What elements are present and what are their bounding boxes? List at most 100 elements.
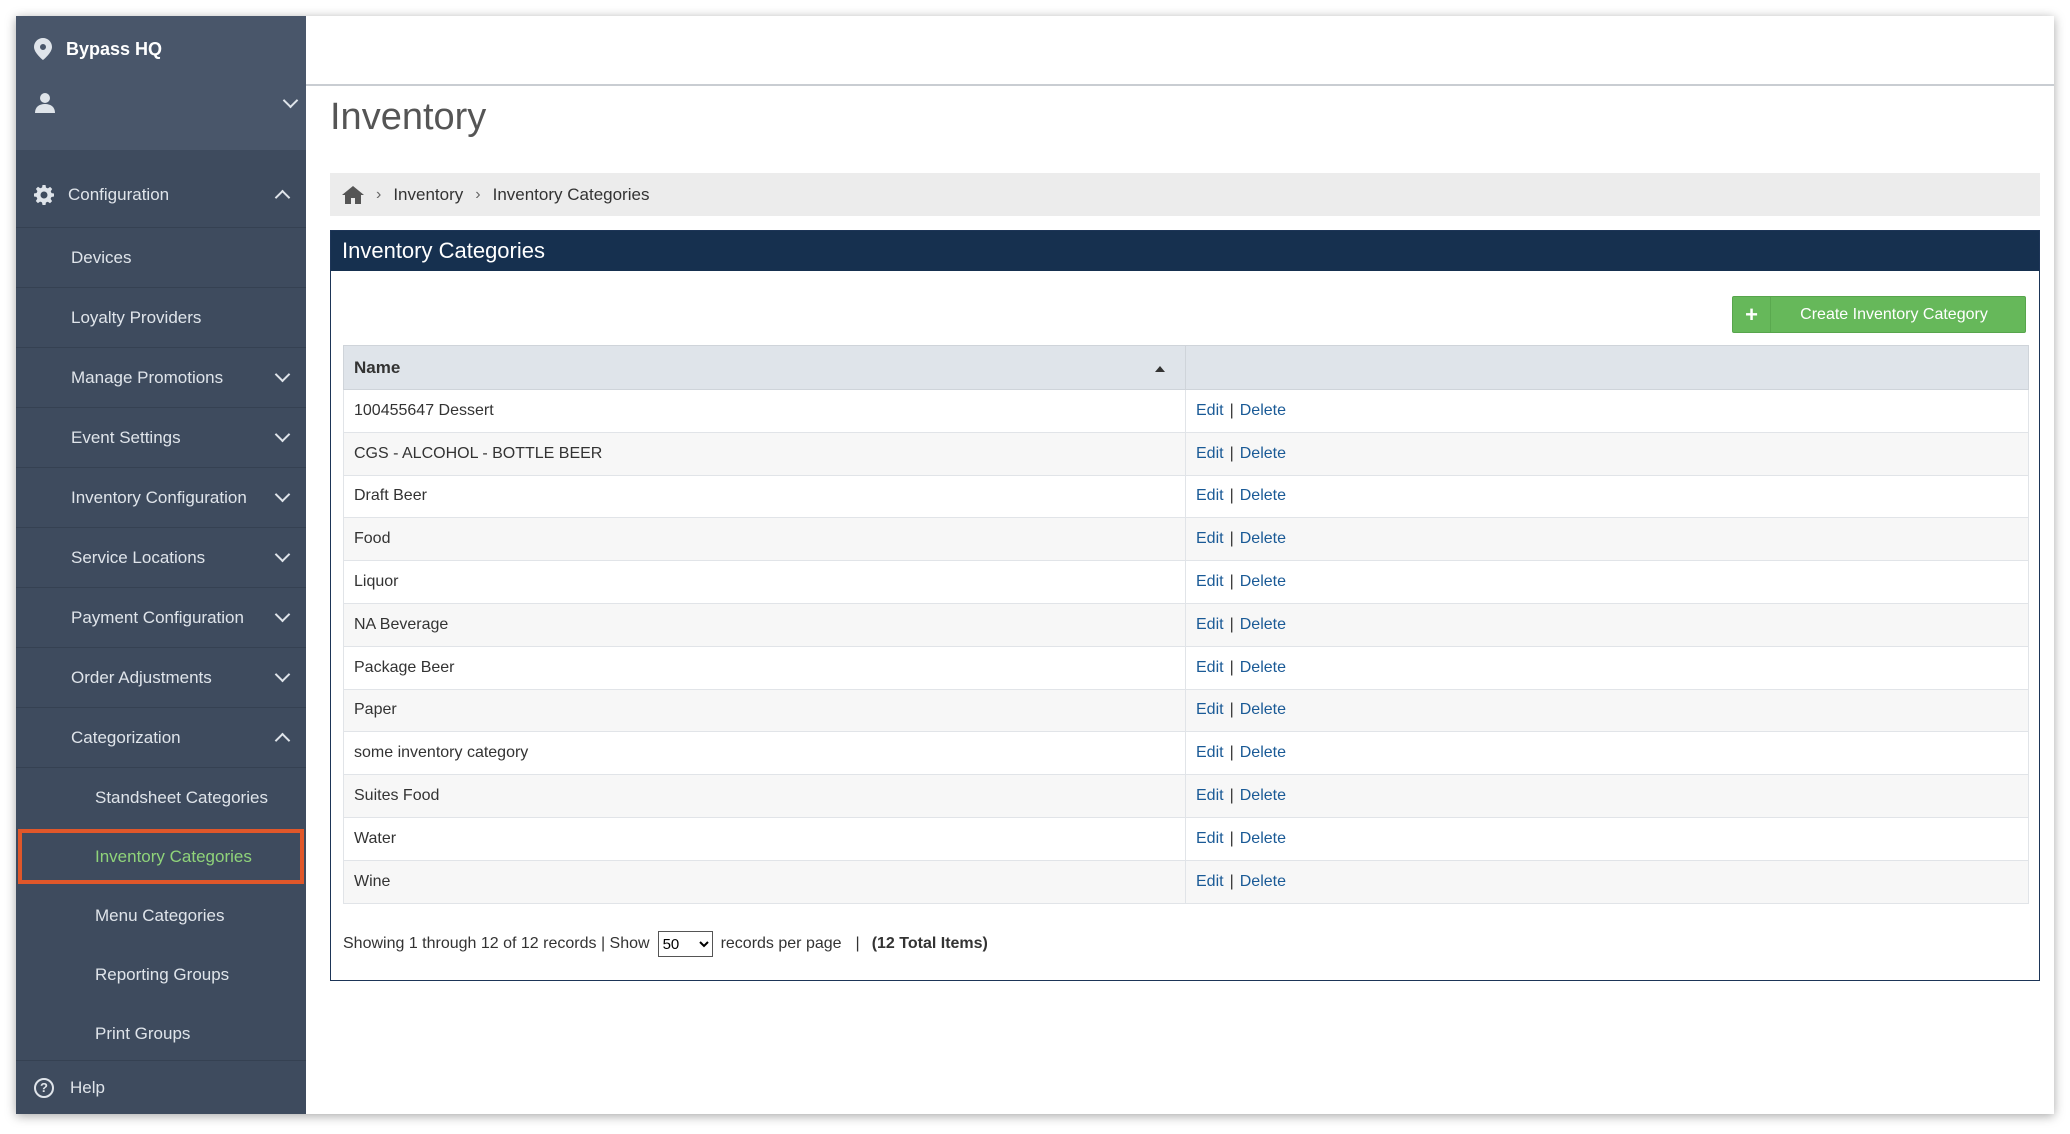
edit-link[interactable]: Edit xyxy=(1196,787,1224,804)
sidebar-item-label: Inventory Categories xyxy=(95,846,252,866)
sidebar-item-inventory-categories[interactable]: Inventory Categories xyxy=(16,827,306,886)
delete-link[interactable]: Delete xyxy=(1240,659,1286,676)
edit-link[interactable]: Edit xyxy=(1196,487,1224,504)
location-pin-icon xyxy=(34,38,52,60)
help-link[interactable]: ? Help xyxy=(16,1060,306,1114)
chevron-down-icon[interactable] xyxy=(274,486,291,503)
action-separator: | xyxy=(1229,530,1234,548)
edit-link[interactable]: Edit xyxy=(1196,744,1224,761)
sidebar-item-inventory-configuration[interactable]: Inventory Configuration xyxy=(16,468,306,528)
category-name-cell: CGS - ALCOHOL - BOTTLE BEER xyxy=(343,431,1186,476)
breadcrumb-current: Inventory Categories xyxy=(492,184,650,204)
create-inventory-category-button[interactable]: + Create Inventory Category xyxy=(1732,296,2026,333)
main-content: Inventory › Inventory › Inventory Catego… xyxy=(306,16,2054,1114)
sidebar-item-label: Print Groups xyxy=(95,1023,191,1043)
footer-separator: | xyxy=(855,935,860,952)
sidebar-item-standsheet-categories[interactable]: Standsheet Categories xyxy=(16,768,306,827)
edit-link[interactable]: Edit xyxy=(1196,402,1224,419)
sidebar-item-service-locations[interactable]: Service Locations xyxy=(16,528,306,588)
delete-link[interactable]: Delete xyxy=(1240,787,1286,804)
sort-ascending-icon xyxy=(1155,366,1165,372)
sidebar-item-label: Inventory Configuration xyxy=(71,487,247,507)
delete-link[interactable]: Delete xyxy=(1240,573,1286,590)
edit-link[interactable]: Edit xyxy=(1196,530,1224,547)
delete-link[interactable]: Delete xyxy=(1240,530,1286,547)
edit-link[interactable]: Edit xyxy=(1196,873,1224,890)
sidebar-item-configuration[interactable]: Configuration xyxy=(16,162,306,228)
records-showing-text: Showing 1 through 12 of 12 records | Sho… xyxy=(343,935,650,952)
chevron-right-icon: › xyxy=(475,185,481,203)
user-menu[interactable] xyxy=(34,92,299,114)
chevron-up-icon[interactable] xyxy=(274,189,291,206)
chevron-down-icon[interactable] xyxy=(274,606,291,623)
chevron-down-icon[interactable] xyxy=(274,666,291,683)
sidebar-item-menu-categories[interactable]: Menu Categories xyxy=(16,886,306,945)
chevron-down-icon[interactable] xyxy=(282,92,299,108)
breadcrumb-inventory[interactable]: Inventory xyxy=(393,185,463,205)
category-name-cell: Water xyxy=(343,816,1186,861)
home-icon[interactable] xyxy=(342,185,364,204)
chevron-down-icon[interactable] xyxy=(274,366,291,383)
sidebar-item-event-settings[interactable]: Event Settings xyxy=(16,408,306,468)
edit-link[interactable]: Edit xyxy=(1196,830,1224,847)
sidebar-item-label: Devices xyxy=(71,247,132,267)
venue-name: Bypass HQ xyxy=(66,38,163,59)
create-button-label: Create Inventory Category xyxy=(1800,305,1988,323)
sidebar-item-manage-promotions[interactable]: Manage Promotions xyxy=(16,348,306,408)
delete-link[interactable]: Delete xyxy=(1240,830,1286,847)
sidebar-item-label: Manage Promotions xyxy=(71,367,224,387)
sidebar-item-text: Configuration xyxy=(68,184,170,204)
edit-link[interactable]: Edit xyxy=(1196,445,1224,462)
action-separator: | xyxy=(1229,787,1234,805)
table-row: Liquor Edit | Delete xyxy=(343,560,2029,604)
sidebar-item-payment-configuration[interactable]: Payment Configuration xyxy=(16,588,306,648)
edit-link[interactable]: Edit xyxy=(1196,701,1224,718)
sidebar-item-reporting-groups[interactable]: Reporting Groups xyxy=(16,945,306,1004)
category-name-cell: Liquor xyxy=(343,560,1186,604)
actions-cell: Edit | Delete xyxy=(1185,816,2029,861)
pagination-footer: Showing 1 through 12 of 12 records | Sho… xyxy=(343,931,988,957)
category-name-cell: Package Beer xyxy=(343,645,1186,690)
table-row: Suites Food Edit | Delete xyxy=(343,774,2029,818)
delete-link[interactable]: Delete xyxy=(1240,616,1286,633)
name-column-header[interactable]: Name xyxy=(343,345,1186,390)
edit-link[interactable]: Edit xyxy=(1196,616,1224,633)
sidebar-item-label: Service Locations xyxy=(71,547,206,567)
sidebar-item-categorization[interactable]: Categorization xyxy=(16,708,306,768)
delete-link[interactable]: Delete xyxy=(1240,445,1286,462)
sidebar: Bypass HQ Configuration Devices Loyalty Pr… xyxy=(16,16,306,1114)
category-name-cell: Paper xyxy=(343,688,1186,733)
actions-cell: Edit | Delete xyxy=(1185,645,2029,690)
sidebar-item-order-adjustments[interactable]: Order Adjustments xyxy=(16,648,306,708)
chevron-down-icon[interactable] xyxy=(274,546,291,563)
sidebar-item-label: Menu Categories xyxy=(95,905,225,925)
delete-link[interactable]: Delete xyxy=(1240,402,1286,419)
action-separator: | xyxy=(1229,487,1234,505)
actions-cell: Edit | Delete xyxy=(1185,774,2029,818)
delete-link[interactable]: Delete xyxy=(1240,701,1286,718)
action-separator: | xyxy=(1229,615,1234,633)
actions-cell: Edit | Delete xyxy=(1185,389,2029,433)
delete-link[interactable]: Delete xyxy=(1240,487,1286,504)
records-per-page-select[interactable]: 50 xyxy=(657,931,713,957)
chevron-up-icon[interactable] xyxy=(274,732,291,749)
sidebar-item-print-groups[interactable]: Print Groups xyxy=(16,1004,306,1063)
venue-selector[interactable]: Bypass HQ xyxy=(34,38,162,60)
sidebar-item-loyalty-providers[interactable]: Loyalty Providers xyxy=(16,288,306,348)
actions-cell: Edit | Delete xyxy=(1185,431,2029,476)
action-separator: | xyxy=(1229,872,1234,890)
sidebar-item-label: Order Adjustments xyxy=(71,667,212,687)
app-window: Bypass HQ Configuration Devices Loyalty Pr… xyxy=(16,16,2054,1114)
inventory-categories-panel: Inventory Categories + Create Inventory … xyxy=(330,230,2040,981)
delete-link[interactable]: Delete xyxy=(1240,744,1286,761)
table-row: NA Beverage Edit | Delete xyxy=(343,602,2029,647)
delete-link[interactable]: Delete xyxy=(1240,873,1286,890)
chevron-down-icon[interactable] xyxy=(274,426,291,443)
category-name-cell: some inventory category xyxy=(343,731,1186,776)
sidebar-item-label: Payment Configuration xyxy=(71,607,244,627)
edit-link[interactable]: Edit xyxy=(1196,573,1224,590)
edit-link[interactable]: Edit xyxy=(1196,659,1224,676)
sidebar-item-devices[interactable]: Devices xyxy=(16,228,306,288)
table-row: Food Edit | Delete xyxy=(343,517,2029,562)
sidebar-item-label: Categorization xyxy=(71,727,181,747)
